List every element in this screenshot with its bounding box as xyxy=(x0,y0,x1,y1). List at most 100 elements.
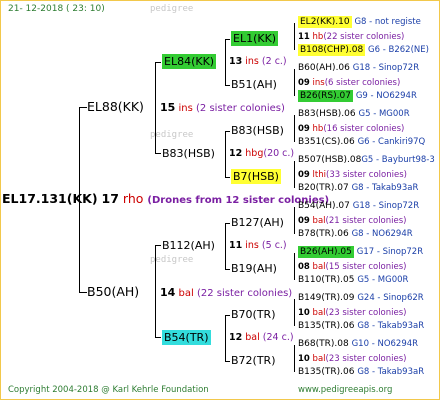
footer-site-link[interactable]: www.pedigreeapis.org xyxy=(298,386,392,395)
gen3-bee: B7(HSB) xyxy=(231,169,281,184)
gen2-tag: ins xyxy=(245,56,259,67)
connector-line xyxy=(294,23,295,50)
connector-line xyxy=(155,245,156,337)
gen4-top-loc: G18 - Sinop72R xyxy=(352,201,420,211)
gen4-mid: 10 bal(23 sister colonies) xyxy=(298,355,407,364)
gen4-mid: 11 hb(22 sister colonies) xyxy=(298,33,404,42)
gen4-count: (16 sister colonies) xyxy=(323,124,405,134)
gen1-bee: B50(AH) xyxy=(87,284,140,299)
gen2-num: 13 xyxy=(229,56,243,67)
gen4-top-id: B54(AH).07 xyxy=(298,201,350,211)
gen4-num: 09 xyxy=(298,170,310,180)
connector-line xyxy=(155,153,161,154)
root-bee: EL17.131(KK) 17 rho (Drones from 12 sist… xyxy=(2,191,329,206)
root-num: 17 xyxy=(101,191,119,206)
gen2-bee: B54(TR) xyxy=(162,330,211,345)
gen1-tag: ins xyxy=(178,103,193,114)
gen2-id: B54(TR) xyxy=(162,330,211,345)
gen4-mid: 09 hb(16 sister colonies) xyxy=(298,125,404,134)
gen2-bee: EL84(KK) xyxy=(162,54,217,69)
connector-line xyxy=(225,223,230,224)
gen2-bee: B112(AH) xyxy=(162,239,215,252)
gen2-id: EL84(KK) xyxy=(162,54,217,69)
connector-line xyxy=(155,62,156,153)
connector-line xyxy=(294,161,295,188)
connector-line xyxy=(294,345,295,372)
gen4-top-id: B68(TR).08 xyxy=(298,339,349,349)
gen4-mid: 08 bal(15 sister colonies) xyxy=(298,263,407,272)
gen2-info: 11 ins (5 c.) xyxy=(229,241,287,251)
gen3-bee: B19(AH) xyxy=(231,262,277,275)
gen4-count: (23 sister colonies) xyxy=(325,354,407,364)
root-tag: rho xyxy=(122,191,144,206)
gen4-bot-id: B78(TR).06 xyxy=(298,229,349,239)
connector-line xyxy=(294,299,295,326)
gen4-count: (6 sister colonies) xyxy=(324,78,401,88)
gen4-bot: B20(TR).07 G8 - Takab93aR xyxy=(298,184,418,193)
gen1-num: 14 xyxy=(160,286,176,299)
gen4-num: 10 xyxy=(298,354,310,364)
gen4-top: B60(AH).06 G18 - Sinop72R xyxy=(298,64,419,73)
gen4-tag: bal xyxy=(312,216,326,226)
gen3-id: B7(HSB) xyxy=(231,169,281,184)
connector-line xyxy=(79,292,87,293)
gen4-top-id: B149(TR).09 xyxy=(298,293,355,303)
gen3-bee: B72(TR) xyxy=(231,354,276,367)
gen2-tag: hbg xyxy=(245,148,264,159)
gen4-mid: 09 bal(21 sister colonies) xyxy=(298,217,407,226)
gen4-bot-id: B135(TR).06 xyxy=(298,321,355,331)
gen2-count: (20 c.) xyxy=(263,148,295,159)
gen4-bot: B78(TR).06 G8 - NO6294R xyxy=(298,230,413,239)
gen4-top-loc: G8 - not registe xyxy=(354,17,421,27)
connector-line xyxy=(225,361,230,362)
gen1-count: (22 sister colonies) xyxy=(196,288,293,299)
connector-line xyxy=(225,39,230,40)
gen4-top: B54(AH).07 G18 - Sinop72R xyxy=(298,202,419,211)
gen2-bee: B83(HSB) xyxy=(162,147,215,160)
gen4-bot-loc: G6 - B262(NE) xyxy=(368,45,429,55)
gen4-bot: B351(CS).06 G6 - Cankiri97Q xyxy=(298,138,425,147)
gen4-bot-loc: G8 - Takab93aR xyxy=(357,321,425,331)
gen4-count: (22 sister colonies) xyxy=(323,32,405,42)
connector-line xyxy=(225,131,230,132)
gen4-bot-id: B26(RS).07 xyxy=(298,90,353,102)
gen2-num: 12 xyxy=(229,148,243,159)
gen4-bot-loc: G8 - Takab93aR xyxy=(357,367,425,377)
watermark-text: pedigree xyxy=(150,130,194,140)
gen4-top: B83(HSB).06 G5 - MG00R xyxy=(298,110,410,119)
connector-line xyxy=(294,253,295,280)
gen4-top: B68(TR).08 G10 - NO6294R xyxy=(298,340,418,349)
gen4-top: EL2(KK).10 G8 - not registe xyxy=(298,16,421,28)
gen2-num: 11 xyxy=(229,240,243,251)
gen4-top-loc: G18 - Sinop72R xyxy=(352,63,420,73)
connector-line xyxy=(155,62,161,63)
gen3-bee: B127(AH) xyxy=(231,216,284,229)
gen4-mid: 09 ins(6 sister colonies) xyxy=(298,79,400,88)
gen4-bot: B110(TR).05 G5 - MG00R xyxy=(298,276,408,285)
gen3-id: EL1(KK) xyxy=(231,31,279,46)
footer-copyright: Copyright 2004-2018 @ Karl Kehrle Founda… xyxy=(8,385,209,395)
gen4-num: 09 xyxy=(298,124,310,134)
gen4-bot: B135(TR).06 G8 - Takab93aR xyxy=(298,322,424,331)
gen4-bot-loc: G6 - Cankiri97Q xyxy=(357,137,426,147)
gen4-bot-loc: G5 - MG00R xyxy=(357,275,409,285)
gen4-num: 09 xyxy=(298,78,310,88)
gen4-tag: hb xyxy=(312,124,324,134)
gen4-count: (33 sister colonies) xyxy=(326,170,407,180)
connector-line xyxy=(79,107,87,108)
gen4-bot-id: B351(CS).06 xyxy=(298,137,355,147)
gen4-top-loc: G5 - Bayburt98-3 xyxy=(361,155,435,165)
gen4-bot: B135(TR).06 G8 - Takab93aR xyxy=(298,368,424,377)
gen4-bot-id: B110(TR).05 xyxy=(298,275,355,285)
gen4-mid: 10 bal(23 sister colonies) xyxy=(298,309,407,318)
gen4-num: 08 xyxy=(298,262,310,272)
gen2-count: (5 c.) xyxy=(261,240,287,251)
gen4-tag: bal xyxy=(312,354,326,364)
header-date: 21- 12-2018 ( 23: 10) xyxy=(8,4,105,14)
gen4-tag: bal xyxy=(312,308,326,318)
gen4-top-id: B60(AH).06 xyxy=(298,63,350,73)
gen4-num: 10 xyxy=(298,308,310,318)
gen4-count: (23 sister colonies) xyxy=(325,308,407,318)
gen4-tag: lthi xyxy=(312,170,326,180)
gen4-top: B149(TR).09 G24 - Sinop62R xyxy=(298,294,424,303)
